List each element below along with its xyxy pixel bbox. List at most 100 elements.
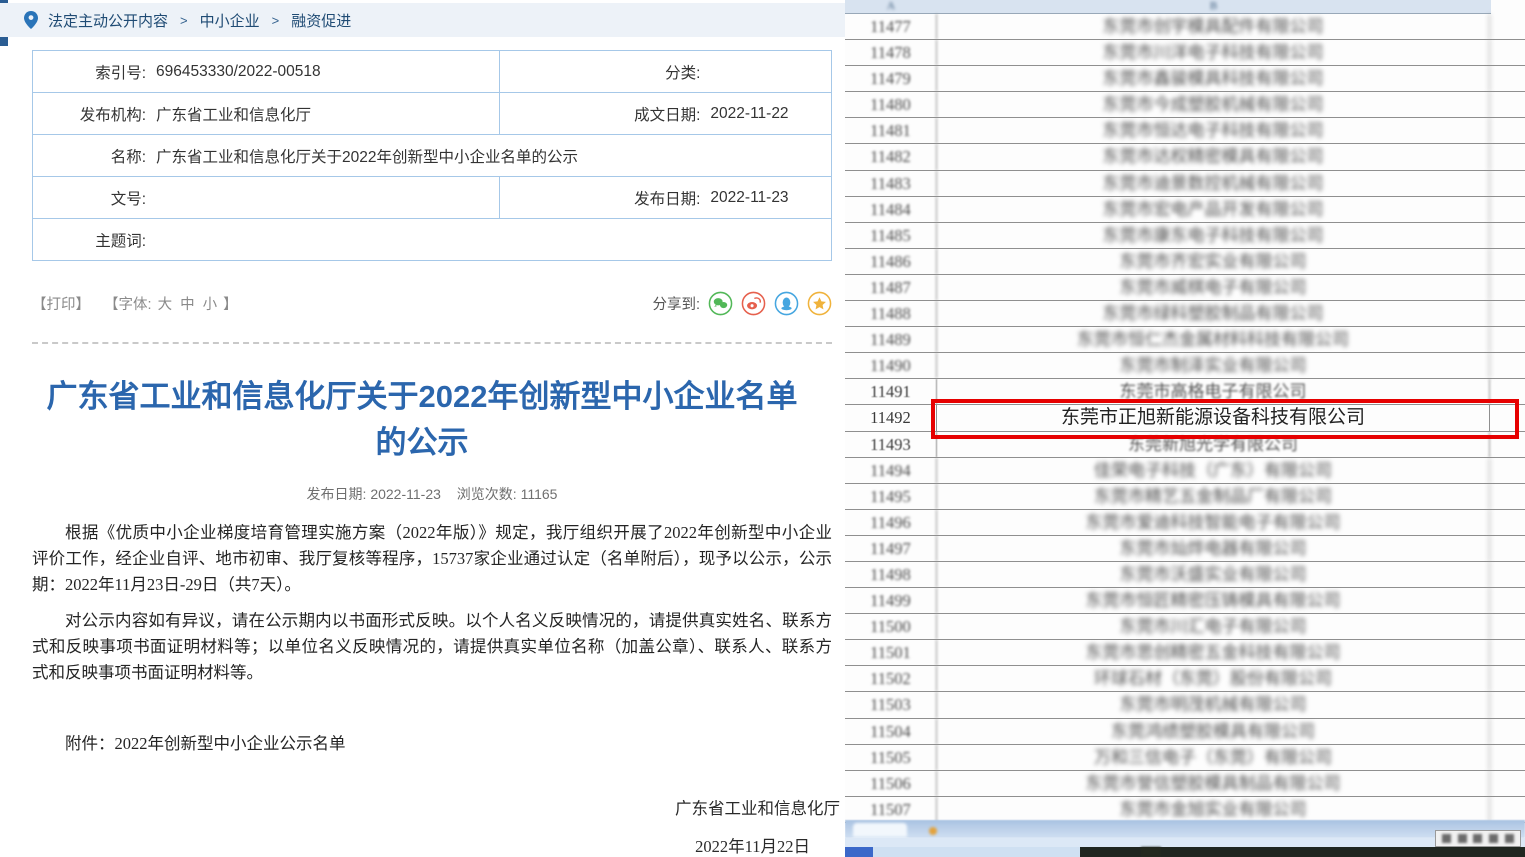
taskbar-icon-blob (1141, 847, 1161, 857)
row-number-cell: 11480 (845, 92, 937, 117)
share-label: 分享到: (652, 293, 700, 314)
table-row: 名称: 广东省工业和信息化厅关于2022年创新型中小企业名单的公示 (33, 135, 831, 177)
company-name-cell: 东莞市明茂机械有限公司 (937, 692, 1490, 717)
table-row: 文号: 发布日期: 2022-11-23 (33, 177, 831, 219)
row-number-cell: 11486 (845, 249, 937, 274)
company-name-cell: 东莞市川汇电子有限公司 (937, 614, 1490, 639)
company-name-cell: 东莞市威棋电子有限公司 (937, 275, 1490, 300)
table-row: 索引号: 696453330/2022-00518 分类: (33, 51, 831, 93)
table-row: 11496 东莞市爱迪科技智能电子有限公司 (845, 510, 1525, 536)
column-header-b: B (937, 0, 1490, 13)
table-row: 11503 东莞市明茂机械有限公司 (845, 692, 1525, 718)
table-row: 11506 东莞市誉信塑胶模具制品有限公司 (845, 771, 1525, 797)
company-name-cell: 东莞市制泽实业有限公司 (937, 353, 1490, 378)
document-info-table: 索引号: 696453330/2022-00518 分类: 发布机构: 广东省工… (32, 50, 832, 261)
row-number-cell: 11488 (845, 301, 937, 326)
qq-icon[interactable] (774, 291, 799, 316)
row-number-cell: 11502 (845, 666, 937, 691)
breadcrumb-separator: > (180, 13, 188, 28)
row-number-cell: 11478 (845, 40, 937, 65)
row-number-cell: 11501 (845, 640, 937, 665)
row-number-cell: 11487 (845, 275, 937, 300)
company-name-cell: 环球石材（东莞）股份有限公司 (937, 666, 1490, 691)
weibo-icon[interactable] (741, 291, 766, 316)
row-number-cell: 11482 (845, 144, 937, 169)
page: 法定主动公开内容 > 中小企业 > 融资促进 索引号: 696453330/20… (0, 0, 1525, 857)
row-number-cell: 11483 (845, 171, 937, 196)
row-number-cell: 11495 (845, 484, 937, 509)
row-number-cell: 11479 (845, 66, 937, 91)
company-name-cell: 佳荣电子科技（广东）有限公司 (937, 458, 1490, 483)
document-panel: 法定主动公开内容 > 中小企业 > 融资促进 索引号: 696453330/20… (0, 0, 845, 857)
table-row: 11502 环球石材（东莞）股份有限公司 (845, 666, 1525, 692)
row-number-cell: 11506 (845, 771, 937, 796)
breadcrumb-item-financing[interactable]: 融资促进 (291, 10, 351, 31)
row-number-cell: 11497 (845, 536, 937, 561)
row-number-cell: 11505 (845, 745, 937, 770)
signature-agency: 广东省工业和信息化厅 (32, 795, 840, 819)
table-row: 11477 东莞市创宇模具配件有限公司 (845, 14, 1525, 40)
taskbar-strip (845, 847, 1525, 857)
spreadsheet-panel: A B 11477 东莞市创宇模具配件有限公司 11478 东莞市川洋电子科技有… (845, 0, 1525, 857)
table-row: 11480 东莞市今成塑胶机械有限公司 (845, 92, 1525, 118)
row-number-cell: 11504 (845, 719, 937, 744)
dashed-divider (32, 342, 832, 344)
breadcrumb-item-legal-disclosure[interactable]: 法定主动公开内容 (48, 10, 168, 31)
company-name-cell: 东莞市今成塑胶机械有限公司 (937, 92, 1490, 117)
cell-keywords: 主题词: (33, 219, 831, 260)
breadcrumb-item-sme[interactable]: 中小企业 (200, 10, 260, 31)
company-name-cell: 东莞市恒达电子科技有限公司 (937, 118, 1490, 143)
table-row: 11482 东莞市达权精密模具有限公司 (845, 144, 1525, 170)
table-row: 11497 东莞市灿烨电器有限公司 (845, 536, 1525, 562)
table-row: 11484 东莞市宏电产品开发有限公司 (845, 197, 1525, 223)
table-row: 11494 佳荣电子科技（广东）有限公司 (845, 458, 1525, 484)
company-name-cell: 东莞市达权精密模具有限公司 (937, 144, 1490, 169)
favorite-star-icon[interactable] (807, 291, 832, 316)
table-row: 11486 东莞市齐宏实业有限公司 (845, 249, 1525, 275)
company-name-cell: 东莞鸿绩塑胶模具有限公司 (937, 719, 1490, 744)
cell-publish-date: 发布日期: 2022-11-23 (500, 177, 831, 218)
cell-written-date: 成文日期: 2022-11-22 (500, 93, 831, 134)
article-meta: 发布日期: 2022-11-23 浏览次数: 11165 (32, 484, 832, 504)
company-name-cell: 东莞市恒匠精密压铸模具有限公司 (937, 588, 1490, 613)
wechat-icon[interactable] (708, 291, 733, 316)
start-button-fragment (845, 847, 873, 857)
font-size-medium[interactable]: 中 (180, 297, 195, 313)
paragraph: 对公示内容如有异议，请在公示期内以书面形式反映。以个人名义反映情况的，请提供真实… (32, 608, 832, 685)
font-size-large[interactable]: 大 (158, 297, 173, 313)
table-row: 主题词: (33, 219, 831, 261)
table-row: 11478 东莞市川洋电子科技有限公司 (845, 40, 1525, 66)
table-row: 11489 东莞市恒仁杰金属材料科技有限公司 (845, 327, 1525, 353)
font-size-small[interactable]: 小 (203, 297, 218, 313)
row-number-cell: 11485 (845, 223, 937, 248)
company-name-cell: 东莞市齐宏实业有限公司 (937, 249, 1490, 274)
table-row: 11481 东莞市恒达电子科技有限公司 (845, 118, 1525, 144)
table-row: 11479 东莞市鑫骏模具科技有限公司 (845, 66, 1525, 92)
sheet-tab-bar (845, 820, 1525, 838)
company-name-cell: 东莞市创宇模具配件有限公司 (937, 14, 1490, 39)
table-row: 11498 东莞市沃盛实业有限公司 (845, 562, 1525, 588)
row-number-cell: 11500 (845, 614, 937, 639)
cell-document-number: 文号: (33, 177, 500, 218)
breadcrumb-separator: > (272, 13, 280, 28)
company-name-cell: 东莞市恒仁杰金属材料科技有限公司 (937, 327, 1490, 352)
row-number-cell: 11498 (845, 562, 937, 587)
table-row: 11500 东莞市川汇电子有限公司 (845, 614, 1525, 640)
cell-index-number: 索引号: 696453330/2022-00518 (33, 51, 500, 92)
table-row: 11499 东莞市恒匠精密压铸模具有限公司 (845, 588, 1525, 614)
row-number-cell: 11477 (845, 14, 937, 39)
company-name-cell: 东莞市誉信塑胶模具制品有限公司 (937, 771, 1490, 796)
company-name-cell: 东莞市康东电子科技有限公司 (937, 223, 1490, 248)
table-row: 11505 万和三信电子（东莞）有限公司 (845, 745, 1525, 771)
cell-issuing-agency: 发布机构: 广东省工业和信息化厅 (33, 93, 500, 134)
highlight-box (931, 399, 1519, 439)
table-row: 11504 东莞鸿绩塑胶模具有限公司 (845, 719, 1525, 745)
table-row: 11483 东莞市迪景数控机械有限公司 (845, 171, 1525, 197)
attachment-link[interactable]: 附件：2022年创新型中小企业公示名单 (32, 730, 832, 754)
signature-block: 广东省工业和信息化厅 2022年11月22日 (32, 795, 840, 857)
row-number-cell: 11499 (845, 588, 937, 613)
company-name-cell: 东莞市思创精密五金科技有限公司 (937, 640, 1490, 665)
company-name-cell: 东莞市灿烨电器有限公司 (937, 536, 1490, 561)
company-name-cell: 万和三信电子（东莞）有限公司 (937, 745, 1490, 770)
print-button[interactable]: 【打印】 (32, 293, 90, 314)
